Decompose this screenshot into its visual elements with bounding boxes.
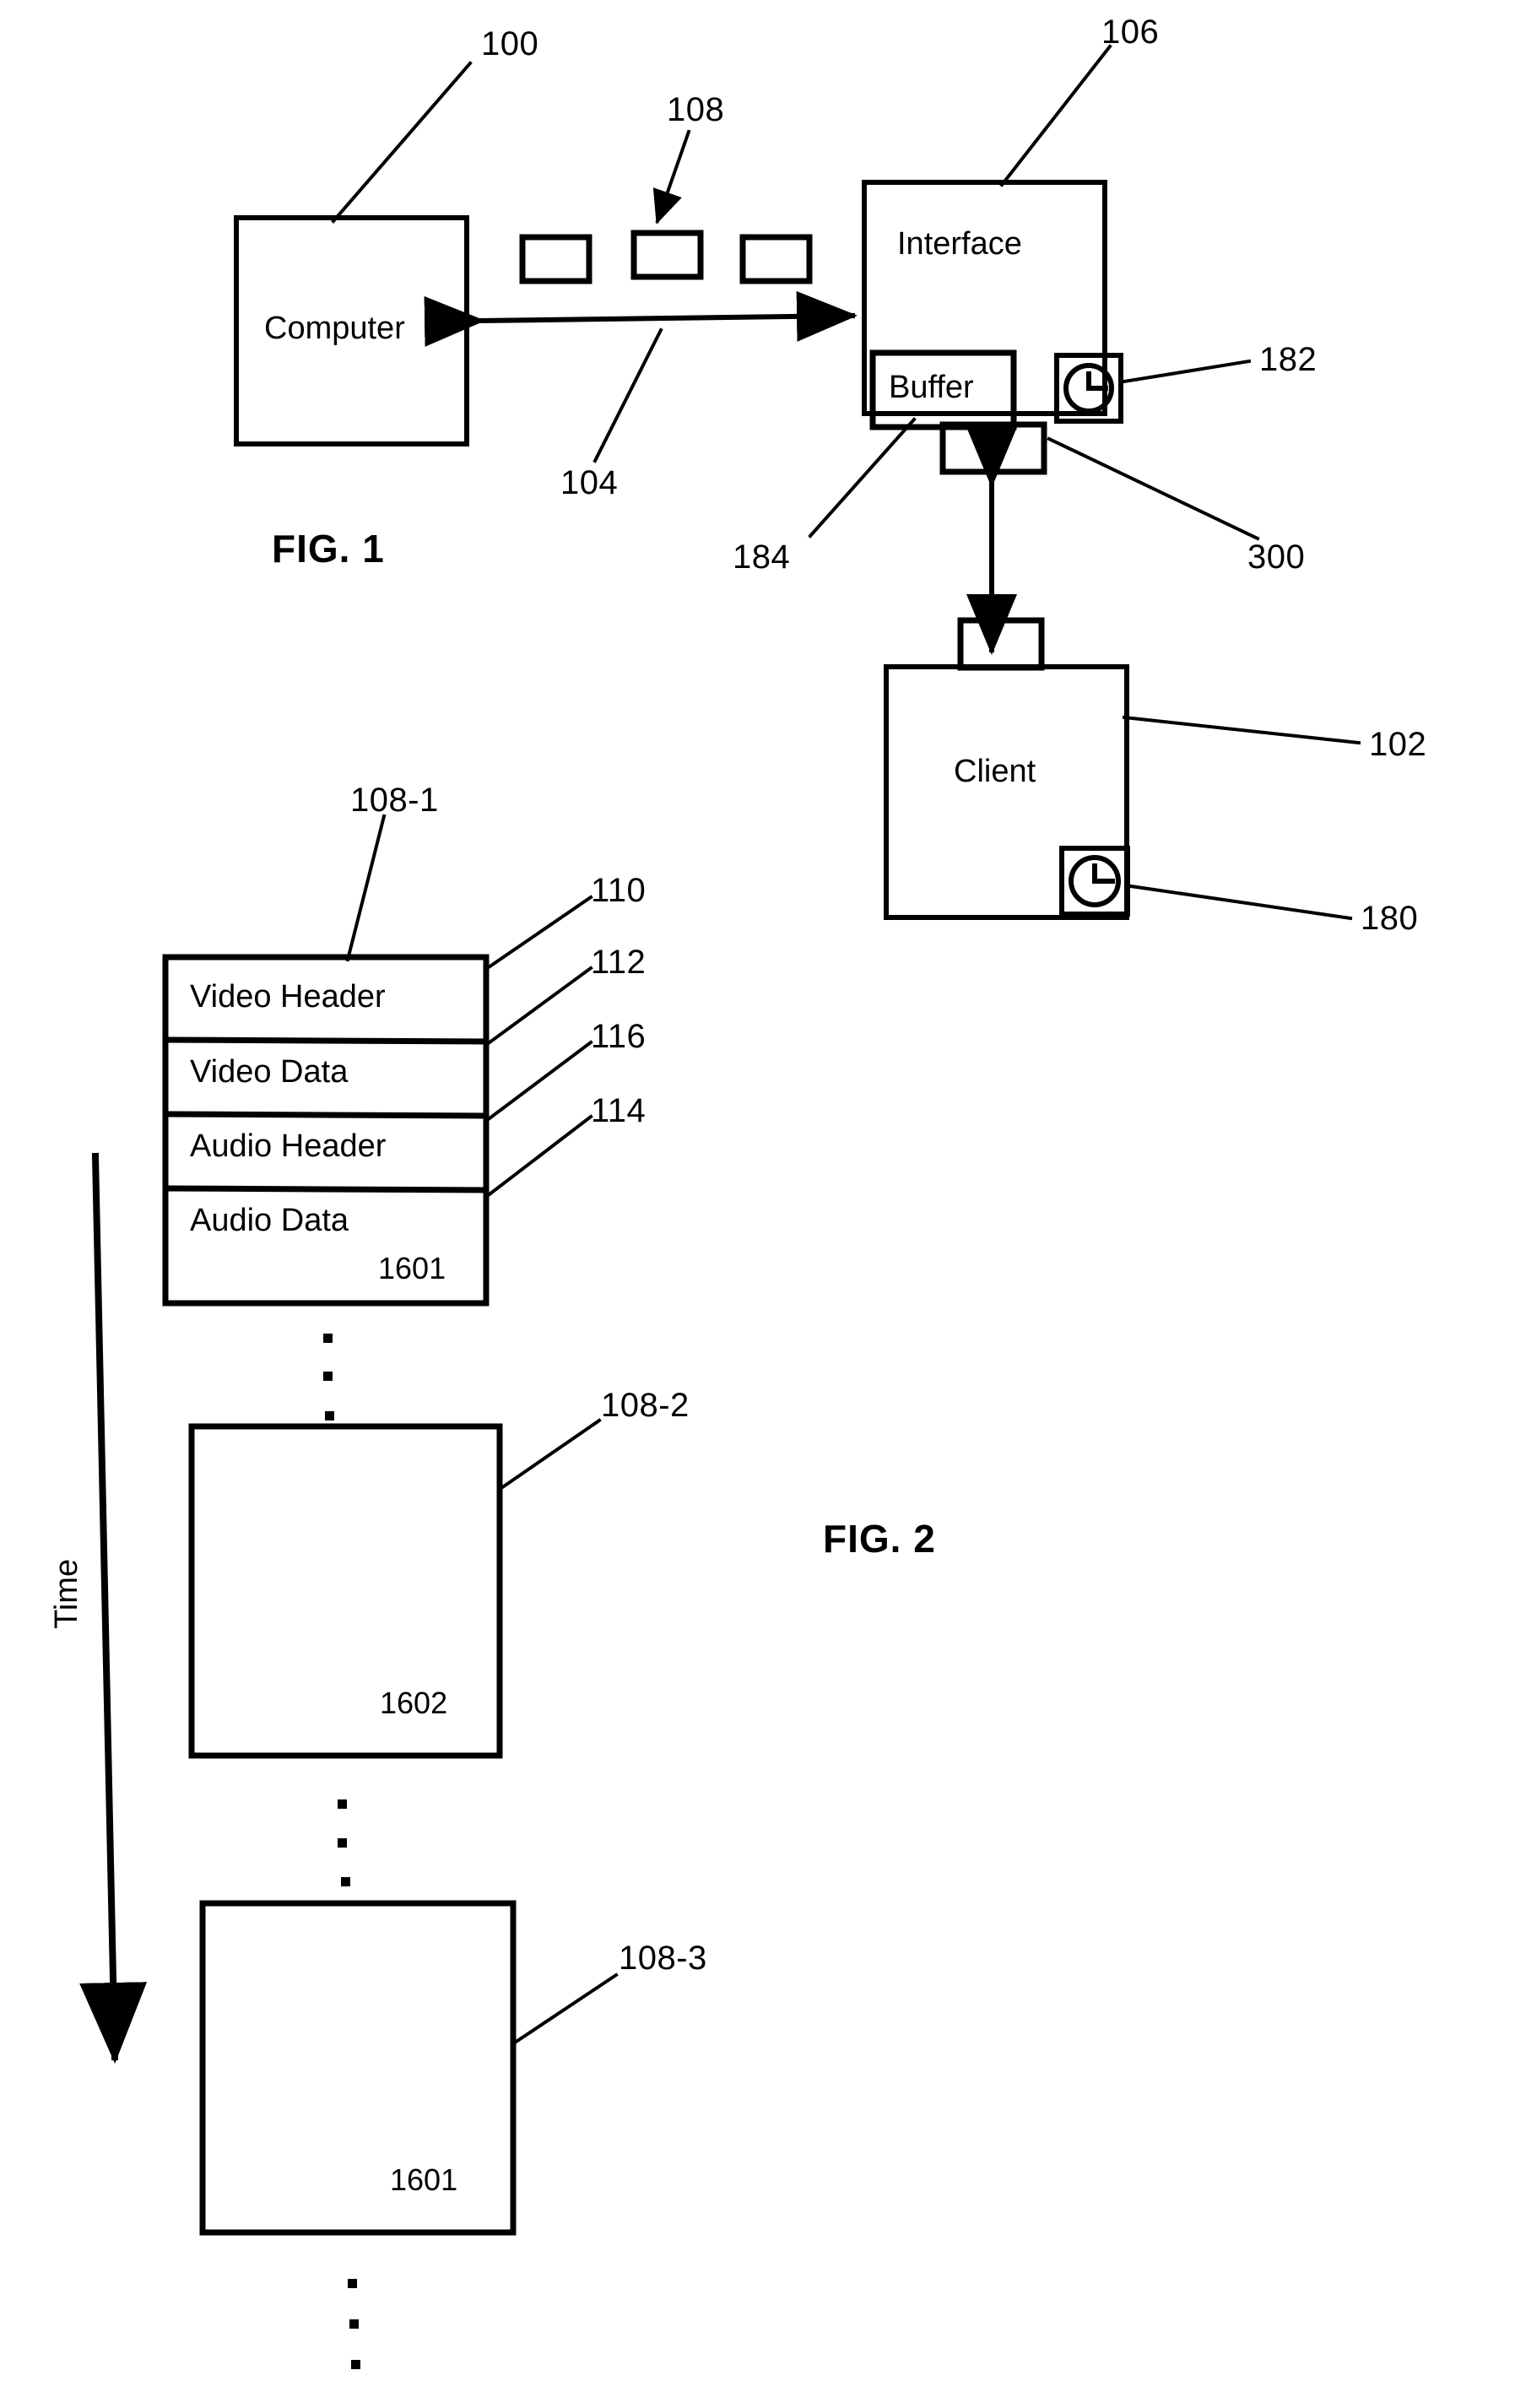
- ref-numeral-104: 104: [560, 464, 619, 501]
- ref-numeral-116: 116: [591, 1018, 647, 1055]
- ref-numeral-108-1: 108-1: [350, 782, 439, 819]
- ref-numeral-100: 100: [481, 25, 539, 62]
- ref-numeral-180: 180: [1361, 900, 1419, 937]
- buffer-block-label: Buffer: [889, 370, 974, 405]
- interface-block-label: Interface: [897, 226, 1022, 262]
- ref-numeral-108: 108: [667, 91, 725, 128]
- packet2-outer-shape: [188, 1423, 503, 1759]
- packet1-field-label-video-data: Video Data: [190, 1054, 349, 1090]
- time-axis-arrow: [79, 1152, 148, 2064]
- ref-numeral-182: 182: [1259, 341, 1318, 378]
- client-connector-shape: [957, 617, 1045, 671]
- ref-numeral-108-2: 108-2: [601, 1387, 690, 1424]
- ref-numeral-110: 110: [591, 872, 647, 909]
- packet1-field-label-audio-data: Audio Data: [190, 1203, 349, 1238]
- packet1-field-label-audio-header: Audio Header: [190, 1128, 387, 1164]
- ref-numeral-300: 300: [1247, 538, 1306, 576]
- patent-drawing-sheet: 100 108 104 106 182 184 300 102 180 Comp…: [0, 0, 1515, 2408]
- ellipsis-dots: [323, 1334, 360, 2369]
- packet1-field-label-video-header: Video Header: [190, 979, 386, 1015]
- client-box-shape: [884, 664, 1129, 920]
- computer-block-label: Computer: [264, 311, 405, 346]
- packet1-sequence-number: 1601: [378, 1251, 446, 1285]
- packet2-sequence-number: 1602: [380, 1686, 448, 1720]
- ref-numeral-102: 102: [1369, 726, 1427, 763]
- packet3-outer-shape: [199, 1900, 517, 2236]
- ref-numeral-184: 184: [733, 538, 791, 576]
- interface-connector-shape: [939, 421, 1047, 475]
- figure-2-title: FIG. 2: [823, 1517, 936, 1561]
- packet3-sequence-number: 1601: [390, 2162, 458, 2197]
- time-axis-label: Time: [49, 1558, 84, 1629]
- ref-numeral-108-3: 108-3: [619, 1940, 707, 1977]
- ref-numeral-112: 112: [591, 944, 647, 981]
- figure-1-title: FIG. 1: [272, 527, 385, 571]
- client-block-label: Client: [954, 754, 1036, 789]
- ref-numeral-106: 106: [1101, 14, 1160, 51]
- ref-numeral-114: 114: [591, 1092, 647, 1129]
